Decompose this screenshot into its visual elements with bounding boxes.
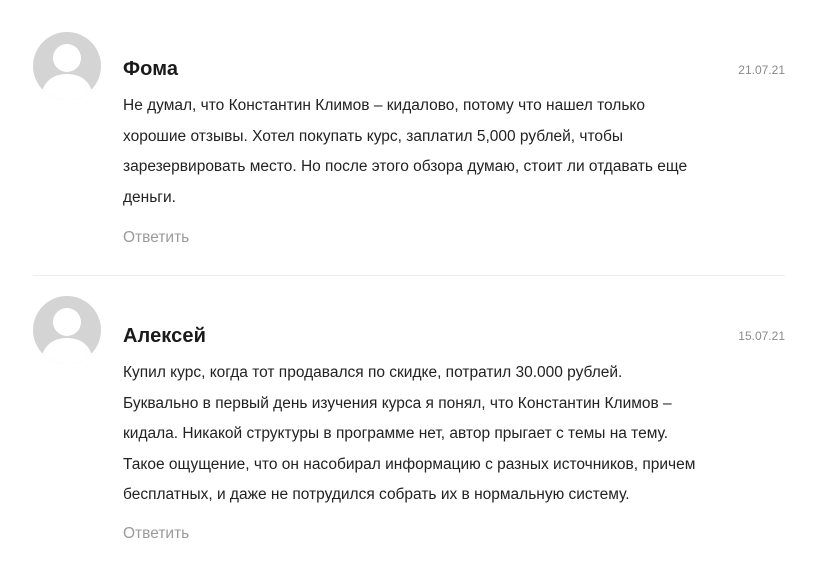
reply-link[interactable]: Ответить (123, 229, 189, 247)
comment-item: Алексей 15.07.21 Купил курс, когда тот п… (0, 276, 815, 566)
comment-text-line: зарезервировать место. Но после этого об… (123, 158, 688, 175)
avatar (33, 32, 101, 100)
comment-text-line: кидала. Никакой структуры в программе не… (123, 425, 669, 442)
comment-author: Алексей (123, 325, 206, 347)
comment-text-line: бесплатных, и даже не потрудился собрать… (123, 486, 630, 503)
comment-date: 15.07.21 (738, 329, 785, 343)
comment-text-line: Купил курс, когда тот продавался по скид… (123, 364, 623, 381)
comment-text-line: Не думал, что Константин Климов – кидало… (123, 97, 646, 114)
comment-text: Купил курс, когда тот продавался по скид… (123, 358, 795, 511)
comment-item: Фома 21.07.21 Не думал, что Константин К… (0, 0, 815, 275)
reply-link[interactable]: Ответить (123, 525, 189, 543)
comment-text-line: деньги. (123, 188, 176, 206)
comment-text-line: хорошие отзывы. Хотел покупать курс, зап… (123, 127, 624, 145)
avatar (33, 296, 101, 364)
comment-date: 21.07.21 (738, 63, 785, 77)
comment-text-line: Буквально в первый день изучения курса я… (123, 394, 672, 412)
comment-text-line: Такое ощущение, что он насобирал информа… (123, 455, 696, 473)
comment-author: Фома (123, 58, 179, 80)
user-silhouette-icon (41, 44, 93, 100)
comment-text: Не думал, что Константин Климов – кидало… (123, 91, 795, 213)
user-silhouette-icon (41, 308, 93, 364)
